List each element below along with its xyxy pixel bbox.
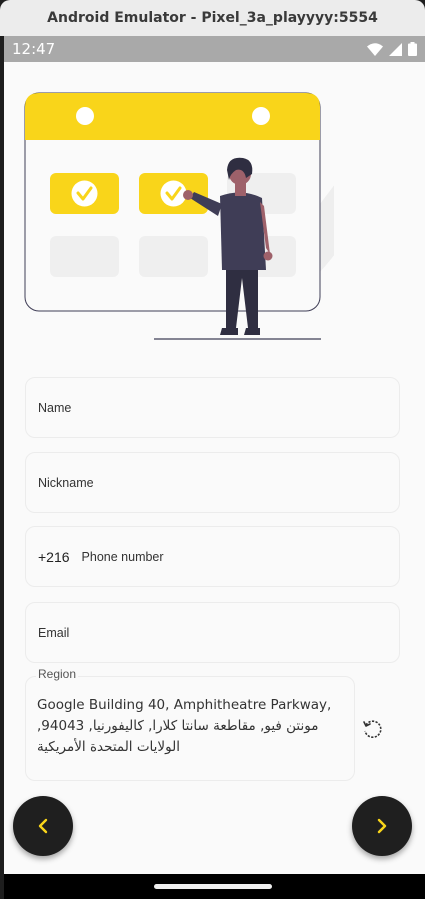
nickname-field[interactable]: Nickname [25,452,400,513]
email-label: Email [38,625,70,640]
navigation-bar [4,874,425,899]
region-value: Google Building 40, Amphitheatre Parkway… [37,697,332,755]
wifi-icon [367,42,383,56]
calendar-header [25,93,320,140]
calendar-illustration [24,92,334,340]
name-field[interactable]: Name [25,377,400,438]
calendar-ring-right [252,107,270,125]
status-time: 12:47 [12,40,56,58]
chevron-left-icon [38,818,48,834]
window-title: Android Emulator - Pixel_3a_playyyy:5554 [47,10,378,26]
back-button[interactable] [13,796,73,856]
next-button[interactable] [352,796,412,856]
nickname-label: Nickname [38,475,94,490]
status-bar: 12:47 [4,36,425,62]
home-gesture-bar[interactable] [154,884,272,889]
signal-icon [389,42,402,56]
calendar-cell [139,236,208,277]
chevron-right-icon [377,818,387,834]
status-icons [367,42,417,56]
calendar-cell [50,236,119,277]
email-field[interactable]: Email [25,602,400,663]
phone-label: Phone number [81,549,164,564]
region-field[interactable]: Google Building 40, Amphitheatre Parkway… [25,676,355,781]
battery-icon [408,42,417,56]
app-screen: Name Nickname +216 Phone number Email Go… [4,62,425,874]
calendar-ring-left [76,107,94,125]
region-label: Region [36,667,79,681]
refresh-icon[interactable] [361,718,383,740]
emulator-window: Android Emulator - Pixel_3a_playyyy:5554… [0,0,425,899]
window-titlebar: Android Emulator - Pixel_3a_playyyy:5554 [0,0,425,36]
phone-field[interactable]: +216 Phone number [25,526,400,587]
phone-prefix[interactable]: +216 [38,549,70,565]
name-label: Name [38,400,72,415]
